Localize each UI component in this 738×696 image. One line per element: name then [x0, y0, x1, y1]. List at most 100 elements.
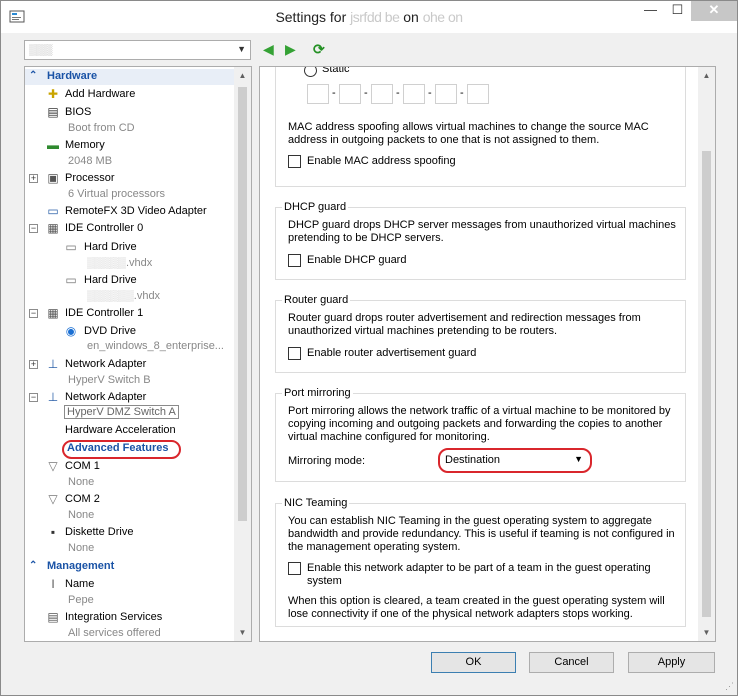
dhcp-guard-description: DHCP guard drops DHCP server messages fr… — [288, 219, 676, 244]
left-pane-scrollbar[interactable]: ▲ ▼ — [234, 67, 251, 641]
tree-item-network-adapter-1[interactable]: + ⊥ Network Adapter — [25, 357, 235, 373]
name-label: Name — [65, 578, 95, 590]
management-section-label: Management — [47, 560, 115, 572]
static-mac-label: Static — [322, 66, 350, 75]
tree-item-name[interactable]: I Name — [25, 577, 235, 593]
mac-separator: - — [428, 87, 432, 99]
collapse-icon[interactable]: − — [29, 393, 38, 402]
tree-item-remotefx[interactable]: ▭ RemoteFX 3D Video Adapter — [25, 204, 235, 220]
bios-label: BIOS — [65, 106, 92, 118]
tree-item-ide-controller-1[interactable]: − ▦ IDE Controller 1 — [25, 306, 235, 322]
collapse-icon[interactable]: − — [29, 224, 38, 233]
maximize-button[interactable]: ☐ — [664, 1, 691, 21]
static-mac-radio[interactable] — [304, 67, 317, 77]
scroll-thumb[interactable] — [238, 87, 247, 521]
tree-item-bios[interactable]: ▤ BIOS — [25, 105, 235, 121]
dvd-drive-label: DVD Drive — [84, 325, 136, 337]
tree-item-add-hardware[interactable]: ✚ Add Hardware — [25, 87, 235, 103]
tree-item-dvd-drive[interactable]: ◉ DVD Drive — [25, 324, 235, 340]
mac-octet-6-input[interactable] — [467, 84, 489, 104]
tree-item-com2[interactable]: ▽ COM 2 — [25, 492, 235, 508]
network-adapter-2-subtext: HyperV DMZ Switch A — [64, 405, 179, 419]
router-guard-title: Router guard — [282, 294, 351, 306]
tree-item-hard-drive-1[interactable]: ▭ Hard Drive — [25, 240, 235, 256]
tree-item-integration-services[interactable]: ▤ Integration Services — [25, 610, 235, 626]
mac-separator: - — [332, 87, 336, 99]
mac-octet-2-input[interactable] — [339, 84, 361, 104]
tree-item-diskette-drive[interactable]: ▪ Diskette Drive — [25, 525, 235, 541]
mac-octet-3-input[interactable] — [371, 84, 393, 104]
expand-icon[interactable]: + — [29, 360, 38, 369]
advanced-features-highlight — [62, 440, 181, 459]
ide-controller-icon: ▦ — [47, 306, 59, 320]
com2-label: COM 2 — [65, 493, 100, 505]
network-adapter-1-label: Network Adapter — [65, 358, 147, 370]
nic-teaming-checkbox[interactable] — [288, 562, 301, 575]
collapse-icon[interactable]: − — [29, 309, 38, 318]
dhcp-guard-checkbox[interactable] — [288, 254, 301, 267]
hard-drive-1-label: Hard Drive — [84, 241, 137, 253]
diskette-drive-label: Diskette Drive — [65, 526, 134, 538]
tree-item-ide-controller-0[interactable]: − ▦ IDE Controller 0 — [25, 221, 235, 237]
expand-icon[interactable]: + — [29, 174, 38, 183]
tree-item-hardware-acceleration[interactable]: Hardware Acceleration — [25, 423, 235, 439]
mac-separator: - — [364, 87, 368, 99]
navigation-toolbar: ◀ ▶ ⟳ — [263, 41, 343, 59]
tree-item-com1[interactable]: ▽ COM 1 — [25, 459, 235, 475]
hardware-tree-pane[interactable]: ⌃ Hardware ✚ Add Hardware ▤ BIOS Boot fr… — [24, 66, 252, 642]
dhcp-guard-title: DHCP guard — [282, 201, 349, 213]
back-arrow-icon[interactable]: ◀ — [263, 41, 274, 57]
title-obscured-vm-name: jsrfdd be — [350, 9, 400, 25]
mac-octet-4-input[interactable] — [403, 84, 425, 104]
network-adapter-icon: ⊥ — [47, 390, 59, 404]
bios-subtext: Boot from CD — [68, 122, 135, 134]
scroll-up-icon[interactable]: ▲ — [234, 67, 251, 84]
mac-octet-1-input[interactable] — [307, 84, 329, 104]
nic-teaming-description: You can establish NIC Teaming in the gue… — [288, 515, 675, 553]
dhcp-guard-label: Enable DHCP guard — [307, 254, 407, 266]
ok-button[interactable]: OK — [431, 652, 516, 673]
network-adapter-2-label: Network Adapter — [65, 391, 147, 403]
title-obscured-host: ohe on — [422, 9, 463, 25]
mac-separator: - — [396, 87, 400, 99]
tree-item-hard-drive-2[interactable]: ▭ Hard Drive — [25, 273, 235, 289]
mac-spoofing-checkbox[interactable] — [288, 155, 301, 168]
collapse-chevron-icon[interactable]: ⌃ — [29, 70, 39, 81]
tree-item-processor[interactable]: + ▣ Processor — [25, 171, 235, 187]
title-bar: Settings for jsrfdd be on ohe on — ☐ ✕ — [1, 1, 737, 33]
vm-selector-dropdown[interactable]: ▒▒▒ ▼ — [24, 40, 251, 60]
dhcp-guard-group: DHCP guard DHCP guard drops DHCP server … — [275, 201, 686, 280]
floppy-disk-icon: ▪ — [50, 525, 56, 539]
scroll-up-icon[interactable]: ▲ — [698, 67, 715, 84]
hard-drive-2-label: Hard Drive — [84, 274, 137, 286]
collapse-chevron-icon[interactable]: ⌃ — [29, 560, 39, 571]
scroll-down-icon[interactable]: ▼ — [698, 624, 715, 641]
router-guard-checkbox[interactable] — [288, 347, 301, 360]
tree-item-network-adapter-2[interactable]: − ⊥ Network Adapter — [25, 390, 235, 406]
resize-grip-icon[interactable]: ⋰ — [725, 681, 734, 692]
title-suffix: on — [403, 9, 419, 25]
cancel-button[interactable]: Cancel — [529, 652, 614, 673]
scroll-down-icon[interactable]: ▼ — [234, 624, 251, 641]
close-button[interactable]: ✕ — [691, 1, 737, 21]
port-mirroring-title: Port mirroring — [282, 387, 353, 399]
management-section-header[interactable]: ⌃ Management — [25, 559, 235, 575]
network-adapter-1-subtext: HyperV Switch B — [68, 374, 151, 386]
apply-button[interactable]: Apply — [628, 652, 715, 673]
refresh-icon[interactable]: ⟳ — [313, 41, 325, 57]
ide-controller-icon: ▦ — [47, 221, 59, 235]
mac-octet-5-input[interactable] — [435, 84, 457, 104]
forward-arrow-icon[interactable]: ▶ — [285, 41, 296, 57]
com1-subtext: None — [68, 476, 95, 488]
minimize-button[interactable]: — — [637, 1, 664, 21]
right-pane-scrollbar[interactable]: ▲ ▼ — [698, 67, 715, 641]
com-port-icon: ▽ — [48, 459, 58, 473]
remotefx-label: RemoteFX 3D Video Adapter — [65, 205, 207, 217]
nic-teaming-note: When this option is cleared, a team crea… — [288, 595, 665, 620]
scroll-thumb[interactable] — [702, 151, 711, 617]
hardware-section-header[interactable]: ⌃ Hardware — [25, 69, 235, 85]
network-adapter-icon: ⊥ — [47, 357, 59, 371]
mac-spoofing-description: MAC address spoofing allows virtual mach… — [288, 121, 649, 146]
tree-item-memory[interactable]: ▬ Memory — [25, 138, 235, 154]
port-mirroring-description: Port mirroring allows the network traffi… — [288, 405, 671, 443]
